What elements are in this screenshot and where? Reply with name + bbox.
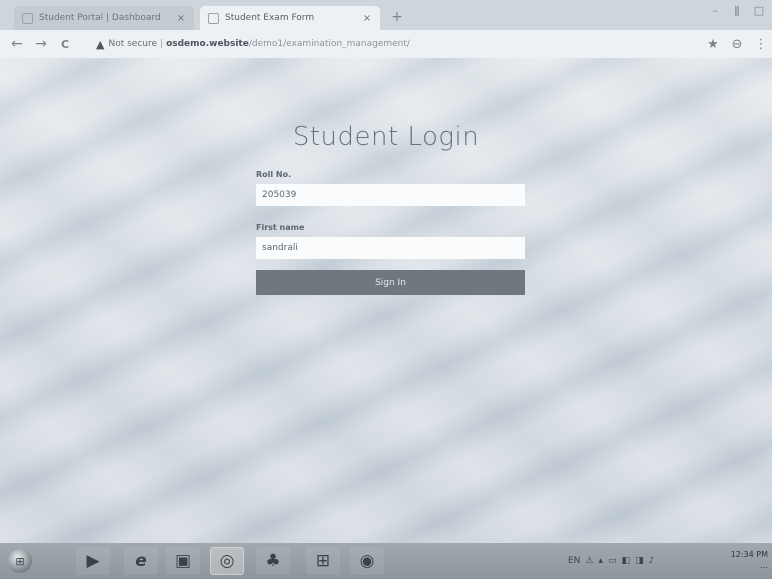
clock-time: 12:34 PM xyxy=(730,550,768,559)
bookmark-star-icon[interactable]: ★ xyxy=(704,35,722,53)
first-name-label: First name xyxy=(256,223,305,232)
browser-toolbar: ← → C ▲ Not secure | osdemo.website /dem… xyxy=(0,30,772,58)
taskbar-clock[interactable]: 12:34 PM ... xyxy=(716,549,768,571)
url-host: osdemo.website xyxy=(166,39,249,49)
tab-student-exam-form[interactable]: Student Exam Form × xyxy=(200,6,380,30)
url-path: /demo1/examination_management/ xyxy=(248,39,410,49)
page-favicon-icon xyxy=(208,12,219,24)
windows-taskbar: ⊞ ▶ e ▣ ◎ ♣ ⊞ ◉ EN ⚠ ▴ ▭ ◧ ◨ ♪ 12:34 PM … xyxy=(0,543,772,579)
window-controls: – ǁ □ xyxy=(706,2,768,18)
not-secure-warning-icon[interactable]: ▲ xyxy=(96,38,104,51)
action-center-icon[interactable]: ⚠ xyxy=(585,556,593,566)
security-status-text: Not secure xyxy=(108,39,158,49)
minimize-icon[interactable]: – xyxy=(706,2,724,18)
sign-in-button[interactable]: Sign In xyxy=(256,270,525,295)
browser-tab-strip: Student Portal | Dashboard × Student Exa… xyxy=(0,0,772,30)
browser-menu-icon[interactable]: ⋮ xyxy=(752,35,770,53)
reload-icon[interactable]: C xyxy=(56,35,74,53)
display-icon[interactable]: ◨ xyxy=(635,556,644,566)
volume-icon[interactable]: ♪ xyxy=(649,556,655,566)
roll-no-label: Roll No. xyxy=(256,170,292,179)
account-icon[interactable]: ⊖ xyxy=(728,35,746,53)
internet-explorer-taskbar-icon[interactable]: e xyxy=(124,547,158,575)
forward-arrow-icon[interactable]: → xyxy=(32,35,50,53)
login-page: Student Login Roll No. First name Sign I… xyxy=(0,58,772,543)
tab-close-icon[interactable]: × xyxy=(174,13,188,24)
tab-close-icon[interactable]: × xyxy=(360,13,374,24)
show-hidden-icons-icon[interactable]: ▴ xyxy=(599,556,604,566)
system-tray: EN ⚠ ▴ ▭ ◧ ◨ ♪ xyxy=(568,553,654,569)
language-indicator[interactable]: EN xyxy=(568,556,580,566)
clock-date: ... xyxy=(760,561,768,570)
address-bar[interactable]: ▲ Not secure | osdemo.website /demo1/exa… xyxy=(96,35,676,53)
start-button[interactable]: ⊞ xyxy=(4,547,36,575)
app-window-taskbar-icon[interactable]: ⊞ xyxy=(306,547,340,575)
battery-icon[interactable]: ▭ xyxy=(608,556,617,566)
back-arrow-icon[interactable]: ← xyxy=(8,35,26,53)
page-title: Student Login xyxy=(292,122,480,152)
tab-student-portal-dashboard[interactable]: Student Portal | Dashboard × xyxy=(14,6,194,30)
network-icon[interactable]: ◧ xyxy=(622,556,631,566)
tab-title: Student Portal | Dashboard xyxy=(39,13,161,23)
paint-taskbar-icon[interactable]: ♣ xyxy=(256,547,290,575)
media-player-taskbar-icon[interactable]: ▶ xyxy=(76,547,110,575)
tab-title: Student Exam Form xyxy=(225,13,315,23)
roll-no-input[interactable] xyxy=(256,184,525,206)
restore-icon[interactable]: ǁ xyxy=(728,2,746,18)
new-tab-button[interactable]: + xyxy=(384,8,410,26)
maximize-icon[interactable]: □ xyxy=(750,2,768,18)
first-name-input[interactable] xyxy=(256,237,525,259)
page-favicon-icon xyxy=(22,12,33,24)
login-form: Roll No. First name Sign In xyxy=(256,170,525,295)
file-explorer-taskbar-icon[interactable]: ▣ xyxy=(166,547,200,575)
chrome-second-taskbar-icon[interactable]: ◉ xyxy=(350,547,384,575)
address-separator: | xyxy=(160,39,164,49)
chrome-taskbar-icon[interactable]: ◎ xyxy=(210,547,244,575)
windows-logo-icon: ⊞ xyxy=(8,549,32,573)
